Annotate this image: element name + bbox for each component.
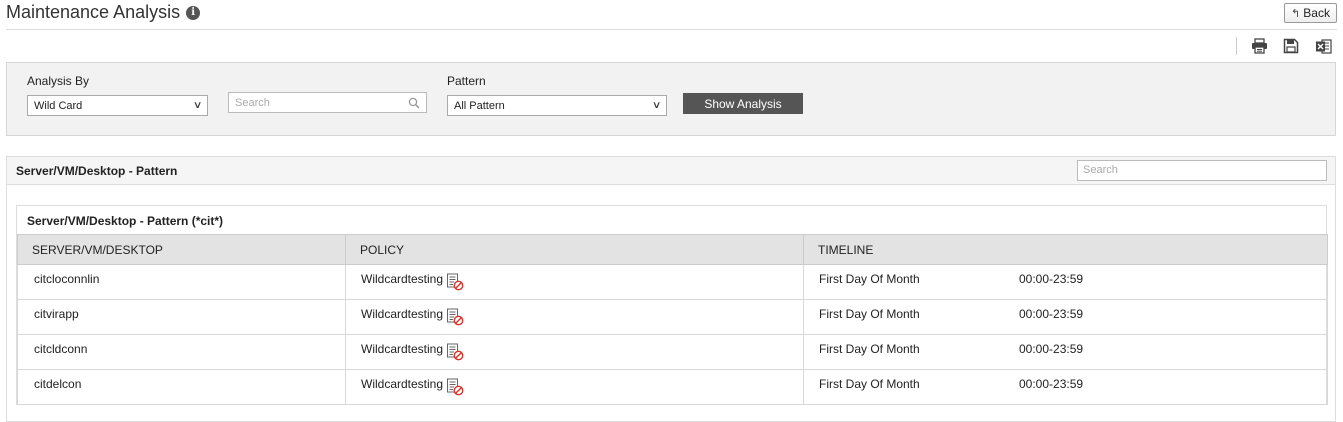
table-header-row: SERVER/VM/DESKTOP POLICY TIMELINE (17, 234, 1328, 265)
policy-name[interactable]: Wildcardtesting (361, 272, 443, 286)
save-icon[interactable] (1281, 36, 1301, 56)
column-header-policy[interactable]: POLICY (345, 234, 804, 265)
table-title: Server/VM/Desktop - Pattern (*cit*) (27, 214, 224, 228)
pattern-select[interactable]: All Pattern ∨ (447, 95, 667, 116)
policy-disabled-icon[interactable] (446, 272, 464, 294)
analysis-by-select[interactable]: Wild Card ∨ (27, 95, 208, 116)
results-panel: Server/VM/Desktop - Pattern Search Serve… (6, 156, 1336, 422)
server-cell[interactable]: citcldconn (17, 334, 346, 370)
timeline-cell: First Day Of Month 00:00-23:59 (803, 334, 1328, 370)
results-table: SERVER/VM/DESKTOP POLICY TIMELINE citclo… (17, 234, 1328, 405)
back-arrow-icon: ↰ (1291, 7, 1301, 20)
filter-panel: Analysis By Wild Card ∨ Search Pattern A… (6, 62, 1336, 136)
timeline-day: First Day Of Month (819, 272, 920, 286)
policy-cell: Wildcardtesting (345, 369, 804, 405)
server-name: citcloconnlin (34, 272, 100, 286)
timeline-time: 00:00-23:59 (1019, 272, 1084, 286)
toolbar-divider (1236, 37, 1237, 55)
server-name: citdelcon (34, 377, 82, 391)
timeline-day: First Day Of Month (819, 377, 920, 391)
filter-search-input[interactable]: Search (228, 92, 427, 113)
policy-name[interactable]: Wildcardtesting (361, 342, 443, 356)
results-table-box: Server/VM/Desktop - Pattern (*cit*) SERV… (16, 205, 1328, 405)
results-header: Server/VM/Desktop - Pattern Search (7, 157, 1335, 185)
page-title-text: Maintenance Analysis (6, 2, 181, 22)
server-cell[interactable]: citdelcon (17, 369, 346, 405)
table-row: citvirapp Wildcardtesting First Day Of Mon… (17, 299, 1328, 335)
export-toolbar (1236, 36, 1333, 56)
results-panel-title: Server/VM/Desktop - Pattern (16, 164, 178, 178)
timeline-time: 00:00-23:59 (1019, 377, 1084, 391)
timeline-time: 00:00-23:59 (1019, 342, 1084, 356)
timeline-time: 00:00-23:59 (1019, 307, 1084, 321)
results-search-input[interactable]: Search (1077, 160, 1327, 181)
policy-disabled-icon[interactable] (446, 342, 464, 364)
chevron-down-icon: ∨ (192, 100, 203, 111)
back-button-label: Back (1303, 6, 1330, 20)
search-icon (408, 97, 420, 109)
title-divider (6, 29, 1337, 30)
timeline-day: First Day Of Month (819, 342, 920, 356)
table-row: citdelcon Wildcardtesting First Day Of Mon… (17, 369, 1328, 405)
policy-cell: Wildcardtesting (345, 334, 804, 370)
print-icon[interactable] (1249, 36, 1269, 56)
policy-disabled-icon[interactable] (446, 377, 464, 399)
pattern-value: All Pattern (454, 99, 505, 112)
policy-disabled-icon[interactable] (446, 307, 464, 329)
timeline-cell: First Day Of Month 00:00-23:59 (803, 299, 1328, 335)
policy-cell: Wildcardtesting (345, 264, 804, 300)
policy-name[interactable]: Wildcardtesting (361, 307, 443, 321)
timeline-cell: First Day Of Month 00:00-23:59 (803, 369, 1328, 405)
back-button[interactable]: ↰ Back (1284, 3, 1337, 23)
table-row: citcloconnlin Wildcardtesting First Day Of… (17, 264, 1328, 300)
table-row: citcldconn Wildcardtesting First Day Of Mo… (17, 334, 1328, 370)
timeline-day: First Day Of Month (819, 307, 920, 321)
filter-search-placeholder: Search (235, 96, 270, 109)
timeline-cell: First Day Of Month 00:00-23:59 (803, 264, 1328, 300)
pattern-label: Pattern (447, 74, 486, 88)
server-cell[interactable]: citcloconnlin (17, 264, 346, 300)
column-header-server[interactable]: SERVER/VM/DESKTOP (17, 234, 346, 265)
chevron-down-icon: ∨ (651, 100, 662, 111)
results-search-placeholder: Search (1083, 164, 1118, 176)
show-analysis-button[interactable]: Show Analysis (683, 93, 803, 114)
column-header-timeline[interactable]: TIMELINE (803, 234, 1328, 265)
policy-cell: Wildcardtesting (345, 299, 804, 335)
server-name: citvirapp (34, 307, 79, 321)
page-title: Maintenance Analysis i (6, 2, 201, 23)
analysis-by-value: Wild Card (34, 99, 83, 112)
info-icon[interactable]: i (186, 5, 201, 20)
analysis-by-label: Analysis By (27, 74, 90, 88)
server-cell[interactable]: citvirapp (17, 299, 346, 335)
server-name: citcldconn (34, 342, 88, 356)
export-excel-icon[interactable] (1313, 36, 1333, 56)
policy-name[interactable]: Wildcardtesting (361, 377, 443, 391)
